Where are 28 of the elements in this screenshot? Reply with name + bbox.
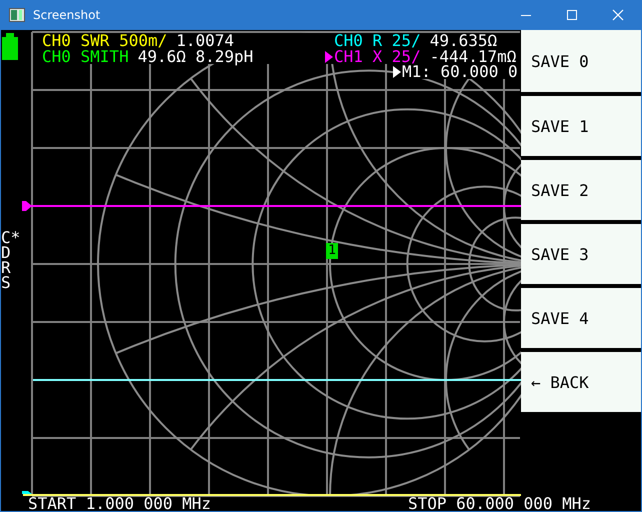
trace-label: CH1 X 25/ [334, 49, 421, 64]
menu-button[interactable]: SAVE 1 [521, 96, 641, 156]
app-icon [9, 8, 25, 22]
menu-button[interactable]: SAVE 2 [521, 160, 641, 220]
status-flag-label: C* [1, 230, 20, 245]
trace-label: CH0 SWR 500m/ [42, 33, 168, 48]
trace-label: CH0 SMITH [42, 49, 129, 64]
trace-label: CH0 R 25/ [334, 33, 421, 48]
battery-icon [2, 33, 18, 60]
status-flag-label: R [1, 260, 12, 275]
menu-button[interactable]: SAVE 3 [521, 224, 641, 284]
window-title: Screenshot [33, 8, 100, 22]
trace-value: 1.0074 [176, 33, 234, 48]
status-flag-label: D [1, 245, 11, 260]
marker-readout: M1: 60.000 0 [402, 64, 518, 79]
sweep-start: START 1.000 000 MHz [28, 496, 212, 511]
trace-value: -444.17mΩ [430, 49, 516, 64]
trace-value: 49.635Ω [430, 33, 498, 48]
menu-button[interactable]: ← BACK [521, 352, 641, 412]
menu-button[interactable]: SAVE 0 [521, 30, 641, 92]
sweep-stop: STOP 60.000 000 MHz [408, 496, 592, 511]
trace-value: 49.6Ω 8.29pH [138, 49, 254, 64]
marker-label: 1 [326, 243, 338, 259]
status-flag-label: S [1, 275, 12, 290]
close-icon [612, 9, 624, 21]
menu-button[interactable]: SAVE 4 [521, 288, 641, 348]
maximize-icon [566, 9, 578, 21]
marker-pointer-icon [393, 66, 401, 78]
